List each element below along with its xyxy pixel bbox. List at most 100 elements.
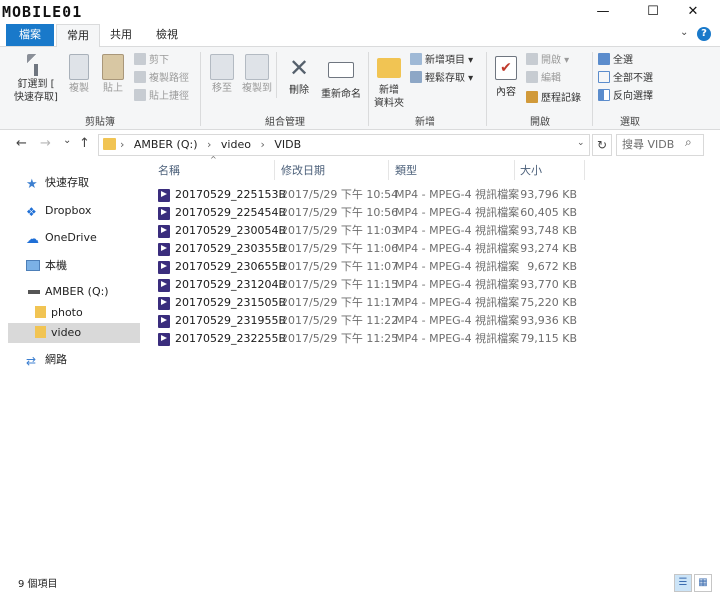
edit-button[interactable]: 編輯 [526,70,561,88]
column-divider[interactable] [584,160,585,180]
breadcrumb-item-video[interactable]: video [221,138,251,151]
file-name: 20170529_231204B [175,278,287,291]
pin-quick-access-button[interactable]: 釘選到 [ 快速存取] [10,54,62,104]
back-button[interactable]: ← [16,136,27,151]
file-row[interactable]: 20170529_232255B 2017/5/29 下午 11:25 MP4 - … [155,330,585,348]
tab-view[interactable]: 檢視 [144,24,190,46]
breadcrumb-item-vidb[interactable]: VIDB [274,138,301,151]
file-row[interactable]: 20170529_231955B 2017/5/29 下午 11:22 MP4 - … [155,312,585,330]
file-row[interactable]: 20170529_230655B 2017/5/29 下午 11:07 MP4 - … [155,258,585,276]
ribbon-separator [368,52,369,126]
rename-button[interactable]: 重新命名 [318,54,364,101]
breadcrumb-separator[interactable]: › [260,138,264,151]
sidebar-item-quick-access[interactable]: ★ 快速存取 [26,173,89,193]
refresh-button[interactable]: ↻ [592,134,612,156]
file-date: 2017/5/29 下午 11:06 [281,242,399,255]
properties-label: 內容 [496,87,516,98]
select-none-button[interactable]: 全部不選 [598,70,653,88]
delete-button[interactable]: ✕ 刪除 [283,54,315,97]
sidebar-item-photo[interactable]: photo [35,303,83,323]
copy-path-label: 複製路徑 [149,73,189,84]
sidebar-item-label: 網路 [45,353,67,366]
paste-shortcut-button[interactable]: 貼上捷徑 [134,88,189,106]
copy-label: 複製 [69,83,89,94]
sidebar-item-onedrive[interactable]: ☁ OneDrive [26,228,97,248]
file-row[interactable]: 20170529_231204B 2017/5/29 下午 11:15 MP4 - … [155,276,585,294]
file-date: 2017/5/29 下午 11:17 [281,296,399,309]
file-date: 2017/5/29 下午 11:15 [281,278,399,291]
video-file-icon [158,279,170,292]
file-row[interactable]: 20170529_230355B 2017/5/29 下午 11:06 MP4 - … [155,240,585,258]
recent-locations-button[interactable]: ⌄ [63,135,71,146]
file-date: 2017/5/29 下午 10:56 [281,206,399,219]
group-label-clipboard: 剪貼簿 [85,117,115,128]
column-header-size[interactable]: 大小 [520,160,580,182]
file-size: 93,748 KB [520,224,577,237]
new-folder-label-1: 新增 [379,85,399,96]
new-folder-button[interactable]: 新增 資料夾 [372,54,406,110]
tab-file[interactable]: 檔案 [6,24,54,46]
sidebar-item-network[interactable]: ⇄ 網路 [26,350,67,370]
file-row[interactable]: 20170529_231505B 2017/5/29 下午 11:17 MP4 - … [155,294,585,312]
search-icon[interactable]: ⌕ [685,135,692,150]
close-button[interactable]: ✕ [670,0,716,24]
new-item-label: 新增項目 [425,55,465,66]
breadcrumb-separator[interactable]: › [120,138,124,151]
file-row[interactable]: 20170529_225153B 2017/5/29 下午 10:54 MP4 - … [155,186,585,204]
sidebar-item-amber-drive[interactable]: AMBER (Q:) [28,282,109,302]
open-button[interactable]: 開啟 ▾ [526,52,569,70]
details-view-icon[interactable]: ☰ [674,574,692,592]
copy-path-button[interactable]: 複製路徑 [134,70,189,88]
column-divider[interactable] [388,160,389,180]
move-to-button[interactable]: 移至 [206,54,238,95]
select-all-button[interactable]: 全選 [598,52,633,70]
properties-button[interactable]: ✔ 內容 [490,54,522,99]
tab-share[interactable]: 共用 [100,24,142,46]
select-all-label: 全選 [613,55,633,66]
address-dropdown-icon[interactable]: ⌄ [577,138,585,148]
tab-home[interactable]: 常用 [56,24,100,47]
sidebar-item-label: OneDrive [45,231,97,244]
forward-button[interactable]: → [40,136,51,151]
sidebar-item-this-pc[interactable]: 本機 [26,256,67,276]
breadcrumb-separator[interactable]: › [207,138,211,151]
column-divider[interactable] [274,160,275,180]
ribbon-separator [200,52,201,126]
file-name: 20170529_230655B [175,260,287,273]
video-file-icon [158,243,170,256]
copy-to-icon [245,54,269,80]
video-file-icon [158,207,170,220]
file-row[interactable]: 20170529_230054B 2017/5/29 下午 11:03 MP4 - … [155,222,585,240]
edit-icon [526,71,538,83]
file-row[interactable]: 20170529_225454B 2017/5/29 下午 10:56 MP4 - … [155,204,585,222]
paste-button[interactable]: 貼上 [98,54,128,95]
history-button[interactable]: 歷程記錄 [526,90,581,108]
file-name: 20170529_230355B [175,242,287,255]
copy-to-button[interactable]: 複製到 [238,54,276,95]
cut-button[interactable]: 剪下 [134,52,169,70]
file-type: MP4 - MPEG-4 視訊檔案 [395,296,520,309]
copy-icon [69,54,89,80]
folder-icon [103,138,116,150]
file-size: 93,796 KB [520,188,577,201]
minimize-button[interactable]: — [580,0,626,24]
new-item-button[interactable]: 新增項目 ▾ [410,52,473,70]
copy-button[interactable]: 複製 [64,54,94,95]
ribbon-expand-icon[interactable]: ⌄ [680,27,688,38]
large-icons-view-icon[interactable]: ▦ [694,574,712,592]
column-divider[interactable] [514,160,515,180]
file-date: 2017/5/29 下午 11:22 [281,314,399,327]
help-icon[interactable]: ? [697,27,711,41]
sidebar-item-video[interactable]: video [35,323,81,343]
sidebar-item-dropbox[interactable]: ❖ Dropbox [26,201,91,221]
invert-selection-button[interactable]: 反向選擇 [598,88,653,106]
easy-access-button[interactable]: 輕鬆存取 ▾ [410,70,473,88]
up-button[interactable]: ↑ [79,136,90,151]
breadcrumb-item-drive[interactable]: AMBER (Q:) [134,138,198,151]
file-type: MP4 - MPEG-4 視訊檔案 [395,206,520,219]
column-header-name[interactable]: 名稱 [158,160,274,182]
column-header-date[interactable]: 修改日期 [281,160,387,182]
new-item-icon [410,53,422,65]
sidebar-item-label: Dropbox [45,204,92,217]
column-header-type[interactable]: 類型 [395,160,511,182]
